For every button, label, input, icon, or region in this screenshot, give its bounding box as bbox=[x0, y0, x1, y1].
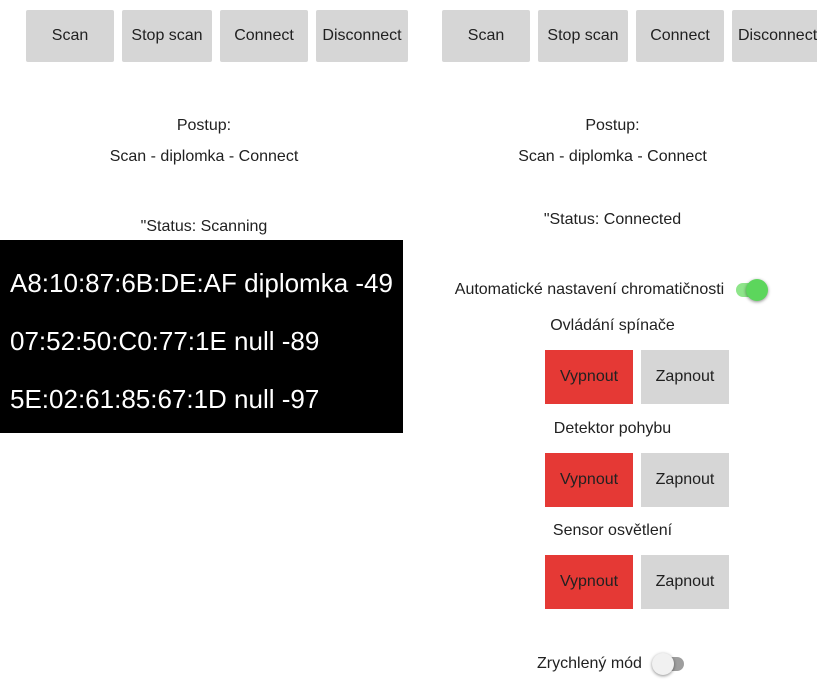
motion-detector-label: Detektor pohybu bbox=[553, 420, 672, 437]
light-sensor-label: Sensor osvětlení bbox=[552, 522, 673, 539]
device-list-item[interactable]: 5E:02:61:85:67:1D null -97 bbox=[10, 384, 319, 415]
instructions-text: Scan - diplomka - Connect bbox=[518, 148, 707, 165]
status-text: "Status: Connected bbox=[543, 211, 682, 228]
auto-chromaticity-switch[interactable] bbox=[734, 278, 770, 302]
light-on-button[interactable]: Zapnout bbox=[641, 555, 729, 609]
device-list-item[interactable]: 07:52:50:C0:77:1E null -89 bbox=[10, 326, 319, 357]
instructions-title: Postup: bbox=[585, 117, 640, 134]
instructions-title: Postup: bbox=[176, 117, 232, 134]
switch-off-button[interactable]: Vypnout bbox=[545, 350, 633, 404]
switch-thumb bbox=[651, 653, 674, 675]
auto-chromaticity-label: Automatické nastavení chromatičnosti bbox=[454, 281, 725, 298]
status-text: "Status: Scanning bbox=[140, 218, 268, 235]
scan-button[interactable]: Scan bbox=[442, 10, 530, 62]
fast-mode-row: Zrychlený mód bbox=[408, 652, 817, 676]
device-list: A8:10:87:6B:DE:AF diplomka -49 07:52:50:… bbox=[0, 240, 403, 433]
connect-button[interactable]: Connect bbox=[220, 10, 308, 62]
motion-detector-buttons: Vypnout Zapnout bbox=[545, 453, 729, 507]
disconnect-button[interactable]: Disconnect bbox=[316, 10, 408, 62]
connect-button[interactable]: Connect bbox=[636, 10, 724, 62]
stop-scan-button[interactable]: Stop scan bbox=[538, 10, 628, 62]
motion-on-button[interactable]: Zapnout bbox=[641, 453, 729, 507]
switch-on-button[interactable]: Zapnout bbox=[641, 350, 729, 404]
stop-scan-button[interactable]: Stop scan bbox=[122, 10, 212, 62]
switch-thumb bbox=[746, 279, 769, 301]
right-screen: Scan Stop scan Connect Disconnect Postup… bbox=[408, 0, 817, 680]
instructions-text: Scan - diplomka - Connect bbox=[109, 148, 299, 165]
motion-off-button[interactable]: Vypnout bbox=[545, 453, 633, 507]
light-off-button[interactable]: Vypnout bbox=[545, 555, 633, 609]
fast-mode-switch[interactable] bbox=[651, 652, 688, 676]
light-sensor-buttons: Vypnout Zapnout bbox=[545, 555, 729, 609]
left-screen: Scan Stop scan Connect Disconnect Postup… bbox=[0, 0, 408, 680]
device-list-item[interactable]: A8:10:87:6B:DE:AF diplomka -49 bbox=[10, 268, 393, 299]
switch-control-label: Ovládání spínače bbox=[550, 317, 675, 334]
disconnect-button[interactable]: Disconnect bbox=[732, 10, 817, 62]
switch-control-buttons: Vypnout Zapnout bbox=[545, 350, 729, 404]
fast-mode-label: Zrychlený mód bbox=[537, 655, 642, 672]
scan-button[interactable]: Scan bbox=[26, 10, 114, 62]
auto-chromaticity-row: Automatické nastavení chromatičnosti bbox=[408, 278, 817, 302]
